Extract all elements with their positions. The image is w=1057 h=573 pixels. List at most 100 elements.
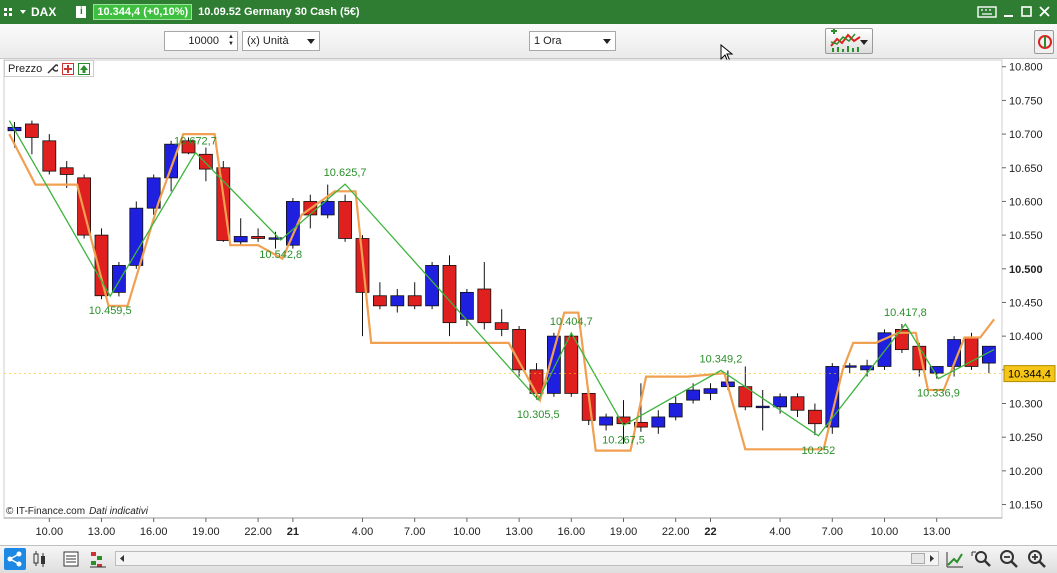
unit-select-value: (x) Unità bbox=[247, 35, 289, 47]
candle-body bbox=[164, 143, 179, 179]
share-icon bbox=[7, 551, 22, 567]
close-icon[interactable] bbox=[1039, 5, 1051, 19]
candle-body bbox=[477, 288, 492, 324]
order-list-button[interactable] bbox=[60, 548, 82, 570]
y-tick-label: 10.700 bbox=[1009, 129, 1043, 141]
x-tick-label: 13.00 bbox=[88, 526, 116, 538]
candle-body bbox=[233, 236, 248, 243]
add-indicator-icon[interactable] bbox=[62, 62, 75, 75]
candle-body bbox=[24, 123, 39, 138]
candle-body bbox=[494, 322, 509, 330]
candle-body bbox=[251, 236, 266, 239]
pivot-label: 10.252 bbox=[802, 445, 836, 457]
x-tick-label: 16.00 bbox=[558, 526, 586, 538]
y-tick-label: 10.150 bbox=[1009, 500, 1043, 512]
stepper-down-icon[interactable]: ▼ bbox=[228, 41, 234, 48]
candle-body bbox=[773, 396, 787, 408]
x-tick-label: 22.00 bbox=[662, 526, 690, 538]
stepper-up-icon[interactable]: ▲ bbox=[228, 34, 234, 41]
quantity-stepper[interactable]: ▲ ▼ bbox=[225, 32, 237, 50]
timeframe-select-value: 1 Ora bbox=[534, 35, 562, 47]
pivot-label: 10.625,7 bbox=[324, 167, 367, 179]
indicators-button[interactable] bbox=[825, 28, 873, 54]
scroll-right-icon[interactable] bbox=[927, 552, 937, 565]
wrench-icon[interactable] bbox=[46, 63, 59, 75]
y-tick-label: 10.750 bbox=[1009, 95, 1043, 107]
candlestick-type-button[interactable] bbox=[30, 548, 52, 570]
candle-body bbox=[808, 409, 822, 425]
y-tick-label: 10.250 bbox=[1009, 432, 1043, 444]
chart-scrollbar[interactable] bbox=[115, 551, 939, 566]
share-button[interactable] bbox=[4, 548, 26, 570]
zoom-out-icon bbox=[1000, 550, 1018, 568]
side-panel-button[interactable] bbox=[1034, 30, 1054, 54]
arrow-up-icon[interactable] bbox=[78, 62, 91, 75]
indicator-chart-icon bbox=[830, 29, 861, 52]
minimize-icon[interactable] bbox=[1003, 5, 1015, 19]
chart-settings-icon bbox=[1038, 35, 1052, 49]
x-tick-label: 10.00 bbox=[453, 526, 481, 538]
y-tick-label: 10.400 bbox=[1009, 331, 1043, 343]
price-change-badge: 10.344,4 (+0,10%) bbox=[93, 4, 193, 20]
chevron-down-icon bbox=[860, 40, 868, 45]
chevron-down-icon bbox=[307, 39, 315, 44]
keyboard-icon[interactable] bbox=[977, 5, 997, 19]
pivot-label: 10.404,7 bbox=[550, 316, 593, 328]
zoom-in-button[interactable] bbox=[1026, 548, 1048, 570]
symbol-name[interactable]: DAX bbox=[31, 5, 56, 19]
candle-body bbox=[407, 295, 422, 307]
candle-body bbox=[529, 369, 544, 394]
candle-body bbox=[668, 403, 683, 418]
x-tick-label: 22.00 bbox=[244, 526, 272, 538]
candle-body bbox=[686, 389, 700, 401]
window-title: 10.09.52 Germany 30 Cash (5€) bbox=[198, 6, 360, 18]
copyright-notice: © IT-Finance.com Dati indicativi bbox=[6, 506, 148, 517]
candle-body bbox=[129, 207, 144, 266]
unit-select[interactable]: (x) Unità bbox=[242, 31, 320, 51]
panel-label: Prezzo bbox=[8, 62, 43, 75]
y-tick-label: 10.650 bbox=[1009, 163, 1043, 175]
quantity-value: 10000 bbox=[188, 35, 219, 47]
chart-area[interactable]: 10.800 10.750 10.700 10.650 10.600 10.550 10.5… bbox=[0, 58, 1057, 545]
pivot-label: 10.417,8 bbox=[884, 307, 927, 319]
x-tick-label: 22 bbox=[704, 526, 716, 538]
x-tick-label: 16.00 bbox=[140, 526, 168, 538]
info-icon[interactable]: i bbox=[76, 6, 87, 18]
bar-chart-icon bbox=[90, 552, 106, 568]
list-icon bbox=[63, 551, 79, 567]
price-chart[interactable]: 10.800 10.750 10.700 10.650 10.600 10.550 10.5… bbox=[0, 58, 1057, 545]
pivot-label: 10.336,9 bbox=[917, 388, 960, 400]
candle-body bbox=[964, 337, 979, 367]
current-price-label: 10.344,4 bbox=[1008, 369, 1051, 381]
maximize-icon[interactable] bbox=[1021, 5, 1033, 19]
y-tick-label: 10.550 bbox=[1009, 230, 1043, 242]
timeframe-select[interactable]: 1 Ora bbox=[529, 31, 616, 51]
window-titlebar: DAX i 10.344,4 (+0,10%) 10.09.52 Germany… bbox=[0, 0, 1057, 24]
y-tick-label: 10.500 bbox=[1009, 264, 1043, 276]
scrollbar-thumb[interactable] bbox=[911, 553, 925, 564]
price-panel-header: Prezzo bbox=[4, 60, 95, 77]
chart-toolbar: 10000 ▲ ▼ (x) Unità 1 Ora bbox=[0, 24, 1057, 63]
bottom-toolbar bbox=[0, 545, 1057, 573]
candle-body bbox=[651, 416, 666, 428]
y-tick-label: 10.600 bbox=[1009, 196, 1043, 208]
candle-body bbox=[442, 265, 457, 324]
volume-chart-button[interactable] bbox=[88, 548, 110, 570]
x-tick-label: 21 bbox=[287, 526, 299, 538]
drawing-tools-button[interactable] bbox=[944, 548, 966, 570]
x-tick-label: 7.00 bbox=[404, 526, 425, 538]
candle-body bbox=[599, 416, 613, 426]
scroll-left-icon[interactable] bbox=[117, 552, 127, 565]
quantity-input[interactable]: 10000 ▲ ▼ bbox=[164, 31, 238, 51]
menu-grid-icon[interactable] bbox=[3, 5, 19, 19]
x-tick-label: 19.00 bbox=[610, 526, 638, 538]
zoom-fit-button[interactable] bbox=[971, 548, 993, 570]
x-tick-label: 7.00 bbox=[822, 526, 843, 538]
symbol-dropdown-icon[interactable] bbox=[19, 7, 27, 17]
y-tick-label: 10.300 bbox=[1009, 399, 1043, 411]
candle-body bbox=[790, 396, 805, 411]
x-tick-label: 13.00 bbox=[505, 526, 533, 538]
candle-body bbox=[564, 335, 579, 394]
zoom-out-button[interactable] bbox=[998, 548, 1020, 570]
pivot-label: 10.349,2 bbox=[700, 353, 743, 365]
